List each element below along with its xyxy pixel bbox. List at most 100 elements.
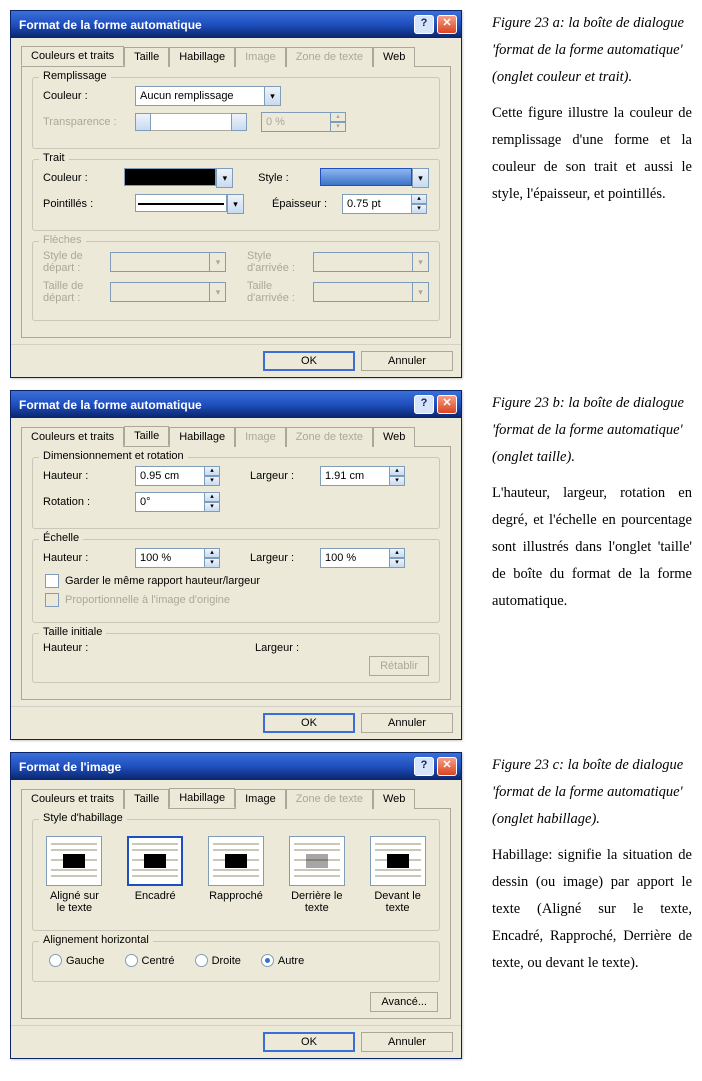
align-right-radio[interactable]: Droite bbox=[195, 954, 241, 967]
spin-down[interactable]: ▾ bbox=[411, 204, 427, 214]
width-label: Largeur : bbox=[250, 470, 320, 482]
help-button[interactable]: ? bbox=[414, 757, 434, 776]
chevron-down-icon[interactable]: ▾ bbox=[227, 194, 244, 214]
tab-image[interactable]: Image bbox=[235, 789, 286, 809]
titlebar: Format de la forme automatique ? ✕ bbox=[11, 11, 461, 38]
wrap-inline[interactable]: Aligné sur le texte bbox=[45, 836, 104, 914]
checkbox-icon bbox=[45, 574, 59, 588]
window-title: Format de la forme automatique bbox=[19, 18, 411, 32]
height-spin[interactable]: 0.95 cm▴▾ bbox=[135, 466, 220, 486]
weight-spin[interactable]: 0.75 pt ▴▾ bbox=[342, 194, 427, 214]
line-color-combo[interactable]: ▾ bbox=[124, 168, 233, 188]
tab-image: Image bbox=[235, 47, 286, 67]
window-title: Format de l'image bbox=[19, 760, 411, 774]
help-button[interactable]: ? bbox=[414, 395, 434, 414]
close-button[interactable]: ✕ bbox=[437, 395, 457, 414]
window-title: Format de la forme automatique bbox=[19, 398, 411, 412]
align-center-radio[interactable]: Centré bbox=[125, 954, 175, 967]
figure-23c-caption: Figure 23 c: la boîte de dialogue 'forma… bbox=[492, 752, 692, 832]
dashed-swatch bbox=[135, 194, 227, 212]
dashed-combo[interactable]: ▾ bbox=[135, 194, 244, 214]
tab-web[interactable]: Web bbox=[373, 789, 415, 809]
wrap-behind[interactable]: Derrière le texte bbox=[287, 836, 346, 914]
weight-value: 0.75 pt bbox=[342, 194, 411, 214]
chevron-down-icon[interactable]: ▾ bbox=[216, 168, 233, 188]
tab-strip: Couleurs et traits Taille Habillage Imag… bbox=[21, 46, 451, 67]
figure-23a-desc: Cette figure illustre la couleur de remp… bbox=[492, 100, 692, 207]
chevron-down-icon[interactable]: ▾ bbox=[264, 86, 281, 106]
transparency-slider bbox=[135, 113, 247, 131]
wrap-tight-icon bbox=[208, 836, 264, 886]
dashed-label: Pointillés : bbox=[43, 198, 135, 210]
reset-button: Rétablir bbox=[369, 656, 429, 676]
tab-taille[interactable]: Taille bbox=[124, 789, 169, 809]
line-style-swatch bbox=[320, 168, 412, 186]
begin-size-label: Taille de départ : bbox=[43, 280, 110, 304]
cancel-button[interactable]: Annuler bbox=[361, 713, 453, 733]
tab-habillage[interactable]: Habillage bbox=[169, 47, 235, 67]
chevron-down-icon[interactable]: ▾ bbox=[412, 168, 429, 188]
close-button[interactable]: ✕ bbox=[437, 15, 457, 34]
lock-aspect-checkbox[interactable]: Garder le même rapport hauteur/largeur bbox=[45, 574, 427, 588]
cancel-button[interactable]: Annuler bbox=[361, 351, 453, 371]
begin-size-combo: ▾ bbox=[110, 282, 226, 302]
tab-web[interactable]: Web bbox=[373, 427, 415, 447]
line-style-combo[interactable]: ▾ bbox=[320, 168, 429, 188]
scale-width-spin[interactable]: 100 %▴▾ bbox=[320, 548, 405, 568]
group-title: Remplissage bbox=[39, 70, 111, 82]
scale-height-label: Hauteur : bbox=[43, 552, 135, 564]
group-dimension: Dimensionnement et rotation Hauteur : 0.… bbox=[32, 457, 440, 529]
tab-habillage[interactable]: Habillage bbox=[169, 427, 235, 447]
ok-button[interactable]: OK bbox=[263, 351, 355, 371]
dialog-format-autoshape-size: Format de la forme automatique ? ✕ Coule… bbox=[10, 390, 462, 740]
figure-23b-caption: Figure 23 b: la boîte de dialogue 'forma… bbox=[492, 390, 692, 470]
wrap-square[interactable]: Encadré bbox=[126, 836, 185, 914]
tab-couleurs-traits[interactable]: Couleurs et traits bbox=[21, 789, 124, 809]
end-size-combo: ▾ bbox=[313, 282, 429, 302]
checkbox-icon bbox=[45, 593, 59, 607]
width-spin[interactable]: 1.91 cm▴▾ bbox=[320, 466, 405, 486]
tab-web[interactable]: Web bbox=[373, 47, 415, 67]
help-button[interactable]: ? bbox=[414, 15, 434, 34]
transparency-spin: 0 % ▴▾ bbox=[261, 112, 346, 132]
dialog-format-image-wrap: Format de l'image ? ✕ Couleurs et traits… bbox=[10, 752, 462, 1059]
wrap-front[interactable]: Devant le texte bbox=[368, 836, 427, 914]
tab-taille[interactable]: Taille bbox=[124, 426, 169, 446]
tab-zone-texte: Zone de texte bbox=[286, 427, 373, 447]
wrap-front-icon bbox=[370, 836, 426, 886]
titlebar: Format de la forme automatique ? ✕ bbox=[11, 391, 461, 418]
orig-width-label: Largeur : bbox=[255, 642, 325, 654]
group-echelle: Échelle Hauteur : 100 %▴▾ Largeur : 100 … bbox=[32, 539, 440, 623]
fill-color-value: Aucun remplissage bbox=[135, 86, 264, 106]
wrap-behind-icon bbox=[289, 836, 345, 886]
end-style-combo: ▾ bbox=[313, 252, 429, 272]
ok-button[interactable]: OK bbox=[263, 1032, 355, 1052]
wrap-tight[interactable]: Rapproché bbox=[207, 836, 266, 914]
relative-original-checkbox: Proportionnelle à l'image d'origine bbox=[45, 593, 427, 607]
advanced-button[interactable]: Avancé... bbox=[370, 992, 438, 1012]
fill-color-combo[interactable]: Aucun remplissage ▾ bbox=[135, 86, 281, 106]
begin-style-label: Style de départ : bbox=[43, 250, 110, 274]
align-other-radio[interactable]: Autre bbox=[261, 954, 304, 967]
tab-couleurs-traits[interactable]: Couleurs et traits bbox=[21, 427, 124, 447]
figure-23a-caption: Figure 23 a: la boîte de dialogue 'forma… bbox=[492, 10, 692, 90]
tab-taille[interactable]: Taille bbox=[124, 47, 169, 67]
spin-up[interactable]: ▴ bbox=[411, 194, 427, 204]
figure-23b-desc: L'hauteur, largeur, rotation en degré, e… bbox=[492, 480, 692, 614]
group-fleches: Flèches Style de départ : ▾ Style d'arri… bbox=[32, 241, 440, 321]
tab-habillage[interactable]: Habillage bbox=[169, 788, 235, 808]
close-button[interactable]: ✕ bbox=[437, 757, 457, 776]
figure-23c-desc: Habillage: signifie la situation de dess… bbox=[492, 842, 692, 976]
group-habillage: Style d'habillage Aligné sur le texte En… bbox=[32, 819, 440, 931]
ok-button[interactable]: OK bbox=[263, 713, 355, 733]
weight-label: Épaisseur : bbox=[272, 198, 342, 210]
cancel-button[interactable]: Annuler bbox=[361, 1032, 453, 1052]
group-taille-initiale: Taille initiale Hauteur : Largeur : Réta… bbox=[32, 633, 440, 683]
group-alignement: Alignement horizontal Gauche Centré Droi… bbox=[32, 941, 440, 982]
rotation-label: Rotation : bbox=[43, 496, 135, 508]
tab-zone-texte: Zone de texte bbox=[286, 789, 373, 809]
rotation-spin[interactable]: 0°▴▾ bbox=[135, 492, 220, 512]
align-left-radio[interactable]: Gauche bbox=[49, 954, 105, 967]
tab-couleurs-traits[interactable]: Couleurs et traits bbox=[21, 46, 124, 66]
scale-height-spin[interactable]: 100 %▴▾ bbox=[135, 548, 220, 568]
